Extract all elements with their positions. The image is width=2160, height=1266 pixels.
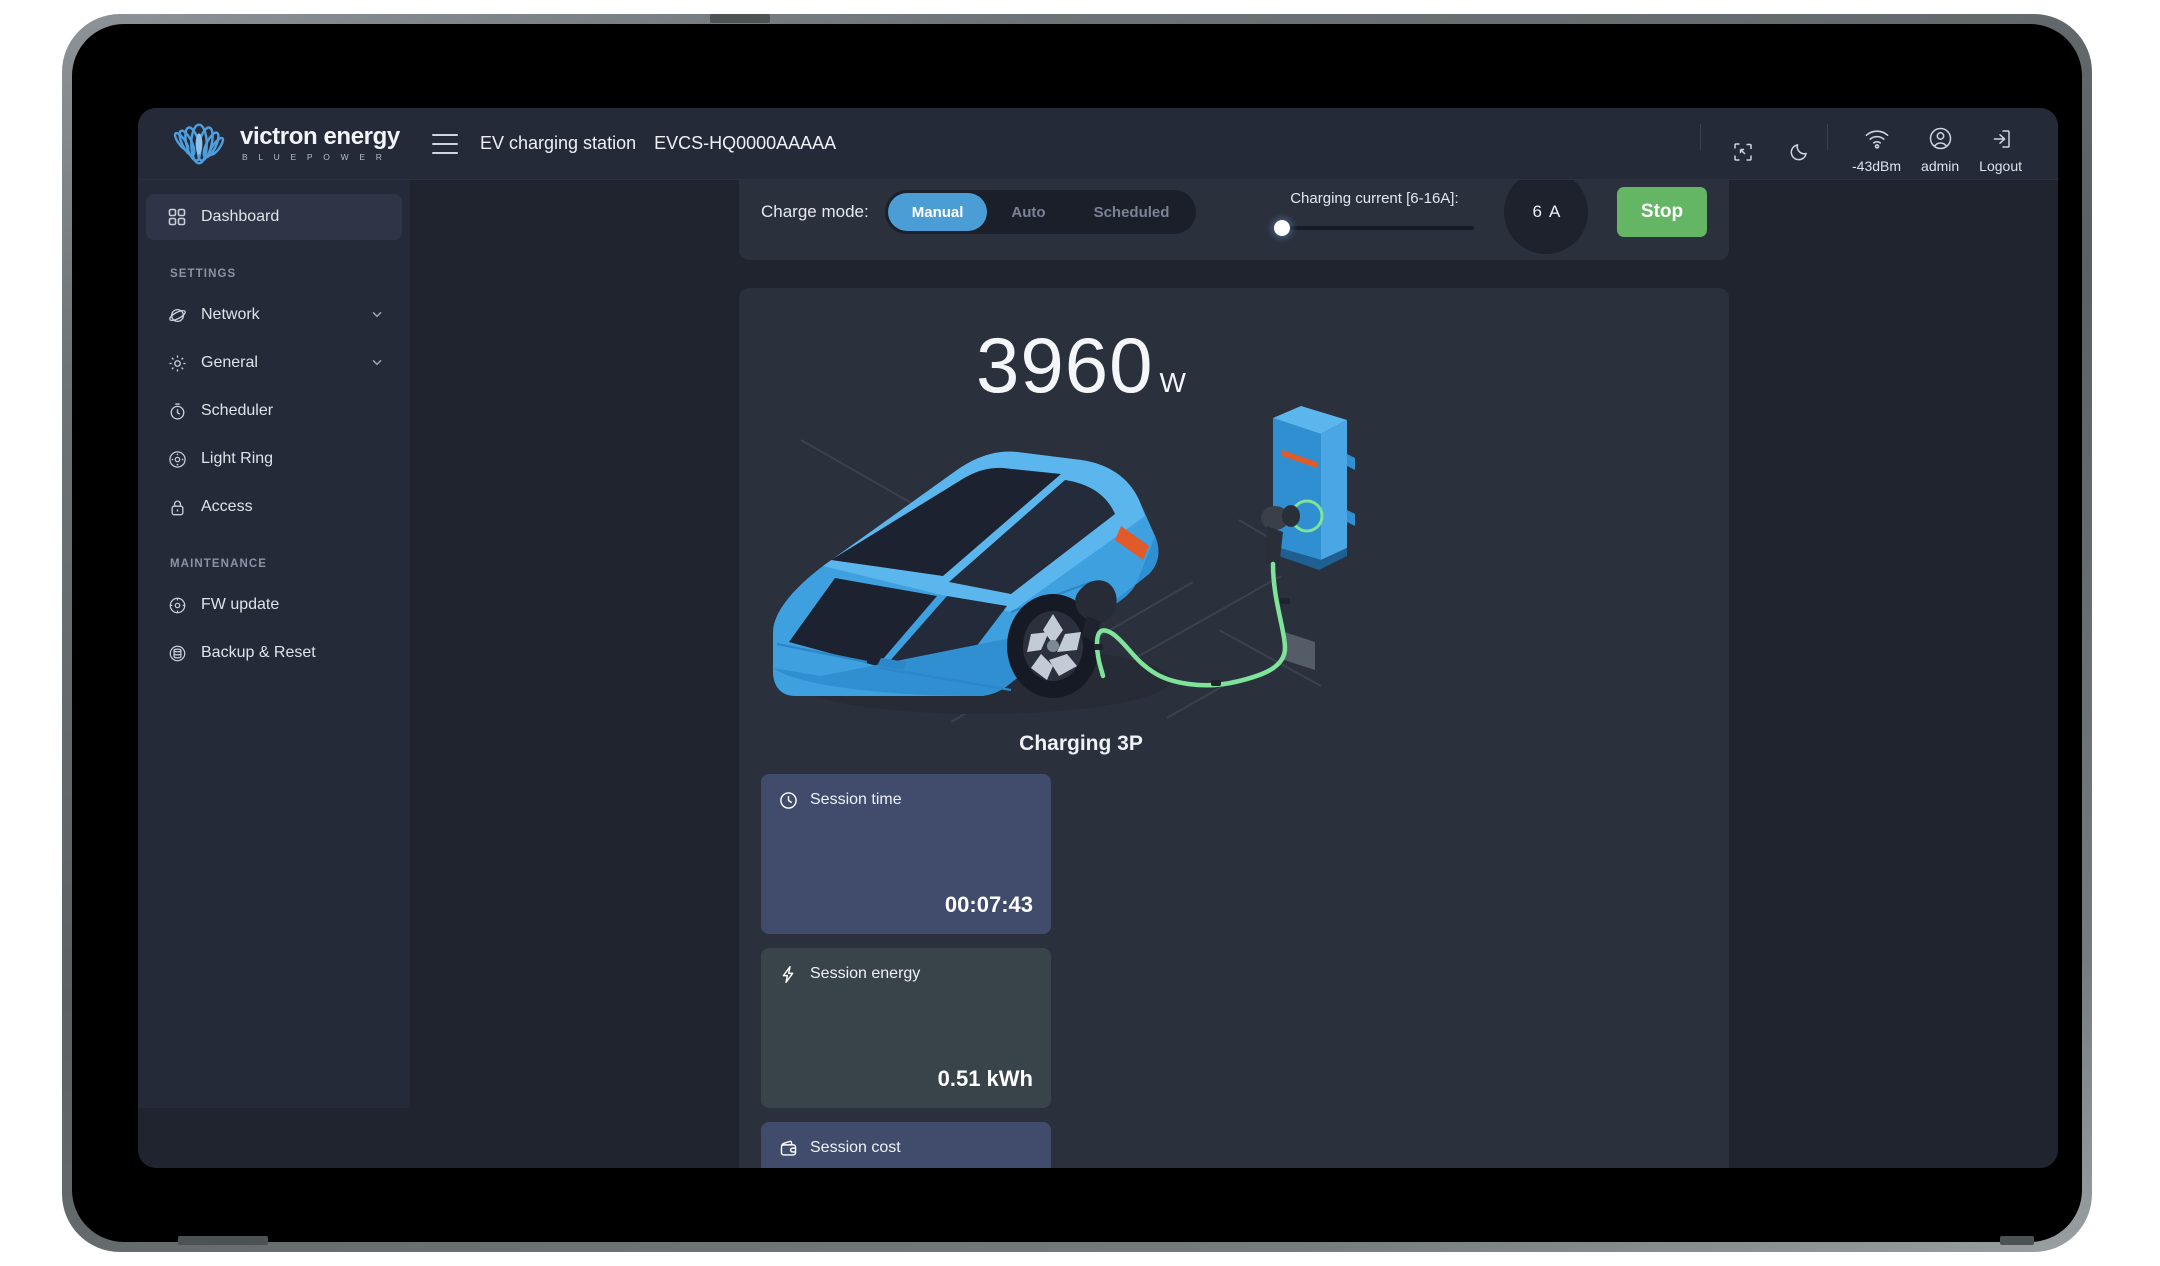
sidebar-item-light-ring[interactable]: Light Ring <box>146 436 402 482</box>
bolt-icon <box>779 964 799 984</box>
device-serial: EVCS-HQ0000AAAAA <box>654 133 837 153</box>
sidebar-primary-nav: Dashboard <box>138 180 410 240</box>
brand-name: victron energy <box>240 123 400 151</box>
sidebar-item-general[interactable]: General <box>146 340 402 386</box>
stat-card-header: Session cost <box>779 1138 1033 1158</box>
light-ring-icon <box>167 449 187 469</box>
slider-thumb[interactable] <box>1274 219 1291 236</box>
network-icon <box>167 305 187 325</box>
wifi-icon <box>1864 124 1890 154</box>
stat-card-value: 00:07:43 <box>944 892 1033 917</box>
charging-current-unit: A <box>1549 202 1561 221</box>
sidebar-item-label: Backup & Reset <box>201 644 316 661</box>
stat-card-label: Session time <box>810 791 902 808</box>
fw-update-icon <box>167 595 187 615</box>
stat-card-header: Session time <box>779 790 1033 810</box>
charge-mode-manual[interactable]: Manual <box>887 193 988 231</box>
moon-icon <box>1789 137 1810 167</box>
sidebar-item-access[interactable]: Access <box>146 484 402 530</box>
charging-visualization: 3960 W Charging 3P <box>761 310 1401 756</box>
victron-logo-icon <box>173 122 225 165</box>
divider <box>1827 123 1828 150</box>
topbar: EV charging station EVCS-HQ0000AAAAA -43… <box>410 108 2058 180</box>
dashboard-panel: 3960 W Charging 3P Session time 00:07:43… <box>739 288 1729 1168</box>
sidebar-item-label: Scheduler <box>201 402 274 419</box>
logout-button[interactable]: Logout <box>1969 115 2032 173</box>
brand-tagline: B L U E P O W E R <box>242 152 387 163</box>
sidebar: victron energy B L U E P O W E R Dashboa… <box>138 108 410 1108</box>
sidebar-item-fw-update[interactable]: FW update <box>146 582 402 628</box>
stat-card-session-energy: Session energy 0.51 kWh <box>761 948 1051 1108</box>
fullscreen-button[interactable] <box>1715 131 1771 173</box>
stat-card-label: Session energy <box>810 965 921 982</box>
stat-card-value: 0.51 kWh <box>937 1066 1033 1091</box>
charging-current-value: 6 <box>1532 202 1542 221</box>
hamburger-icon[interactable] <box>432 133 458 154</box>
content-column: Charge mode: Manual Auto Scheduled Charg… <box>739 180 1729 1168</box>
charge-mode-scheduled[interactable]: Scheduled <box>1070 193 1194 231</box>
backup-icon <box>167 643 187 663</box>
theme-toggle-button[interactable] <box>1771 131 1827 173</box>
topbar-actions: -43dBm admin Logout <box>1700 115 2058 173</box>
chevron-down-icon[interactable] <box>370 307 386 323</box>
timer-icon <box>167 401 187 421</box>
main-content: Charge mode: Manual Auto Scheduled Charg… <box>410 180 2058 1168</box>
brand-logo-block: victron energy B L U E P O W E R <box>138 108 410 180</box>
wifi-signal-label: -43dBm <box>1852 157 1902 174</box>
charging-current-slider[interactable] <box>1274 219 1475 236</box>
charge-control-bar: Charge mode: Manual Auto Scheduled Charg… <box>739 180 1729 260</box>
power-unit: W <box>1159 367 1186 398</box>
ev-charging-illustration <box>773 406 1355 723</box>
wifi-signal-button[interactable]: -43dBm <box>1842 115 1911 173</box>
sidebar-item-label: Access <box>201 498 253 515</box>
sidebar-item-network[interactable]: Network <box>146 292 402 338</box>
charging-current-label: Charging current [6-16A]: <box>1290 189 1459 207</box>
account-circle-icon <box>1928 124 1953 154</box>
lock-icon <box>167 497 187 517</box>
stat-card-header: Session energy <box>779 964 1033 984</box>
account-button[interactable]: admin <box>1911 115 1969 173</box>
power-value: 3960 <box>976 321 1154 409</box>
sidebar-item-label: General <box>201 354 258 371</box>
session-stat-cards: Session time 00:07:43 Session energy 0.5… <box>761 774 1051 1168</box>
tablet-bottom-antenna-right <box>2000 1236 2034 1245</box>
wallet-icon <box>779 1138 799 1158</box>
charging-status-label: Charging 3P <box>1019 732 1143 755</box>
grid-icon <box>167 207 187 227</box>
charging-current-value-badge: 6 A <box>1504 180 1589 254</box>
sidebar-item-dashboard[interactable]: Dashboard <box>146 194 402 240</box>
charge-mode-label: Charge mode: <box>761 202 869 221</box>
charging-current-control: Charging current [6-16A]: <box>1274 189 1475 236</box>
charge-mode-segmented-control: Manual Auto Scheduled <box>884 190 1197 234</box>
tablet-top-sensor <box>710 14 770 23</box>
brand-text: victron energy B L U E P O W E R <box>240 125 400 162</box>
sidebar-item-scheduler[interactable]: Scheduler <box>146 388 402 434</box>
stat-card-session-time: Session time 00:07:43 <box>761 774 1051 934</box>
chevron-down-icon[interactable] <box>370 355 386 371</box>
page-title: EV charging station <box>480 133 637 153</box>
stat-card-session-cost: Session cost 0.00 <box>761 1122 1051 1168</box>
fullscreen-icon <box>1732 137 1754 167</box>
sidebar-item-label: FW update <box>201 596 280 613</box>
slider-track <box>1274 225 1475 230</box>
sidebar-item-backup-reset[interactable]: Backup & Reset <box>146 630 402 676</box>
app-window: victron energy B L U E P O W E R Dashboa… <box>138 108 2058 1168</box>
logout-label: Logout <box>1979 157 2022 174</box>
gear-icon <box>167 353 187 373</box>
sidebar-item-label: Light Ring <box>201 450 274 467</box>
sidebar-section-settings-label: SETTINGS <box>170 268 237 280</box>
clock-icon <box>779 790 799 810</box>
logout-icon <box>1989 124 2013 154</box>
stat-card-label: Session cost <box>810 1139 901 1156</box>
divider <box>1700 123 1701 150</box>
charge-mode-auto[interactable]: Auto <box>987 193 1069 231</box>
account-label: admin <box>1921 157 1960 174</box>
power-readout: 3960 W <box>761 310 1401 404</box>
stop-button[interactable]: Stop <box>1617 187 1707 237</box>
sidebar-section-maintenance-label: MAINTENANCE <box>170 558 268 570</box>
tablet-bottom-antenna-left <box>178 1236 268 1245</box>
sidebar-item-label: Dashboard <box>201 208 280 225</box>
sidebar-item-label: Network <box>201 306 260 323</box>
